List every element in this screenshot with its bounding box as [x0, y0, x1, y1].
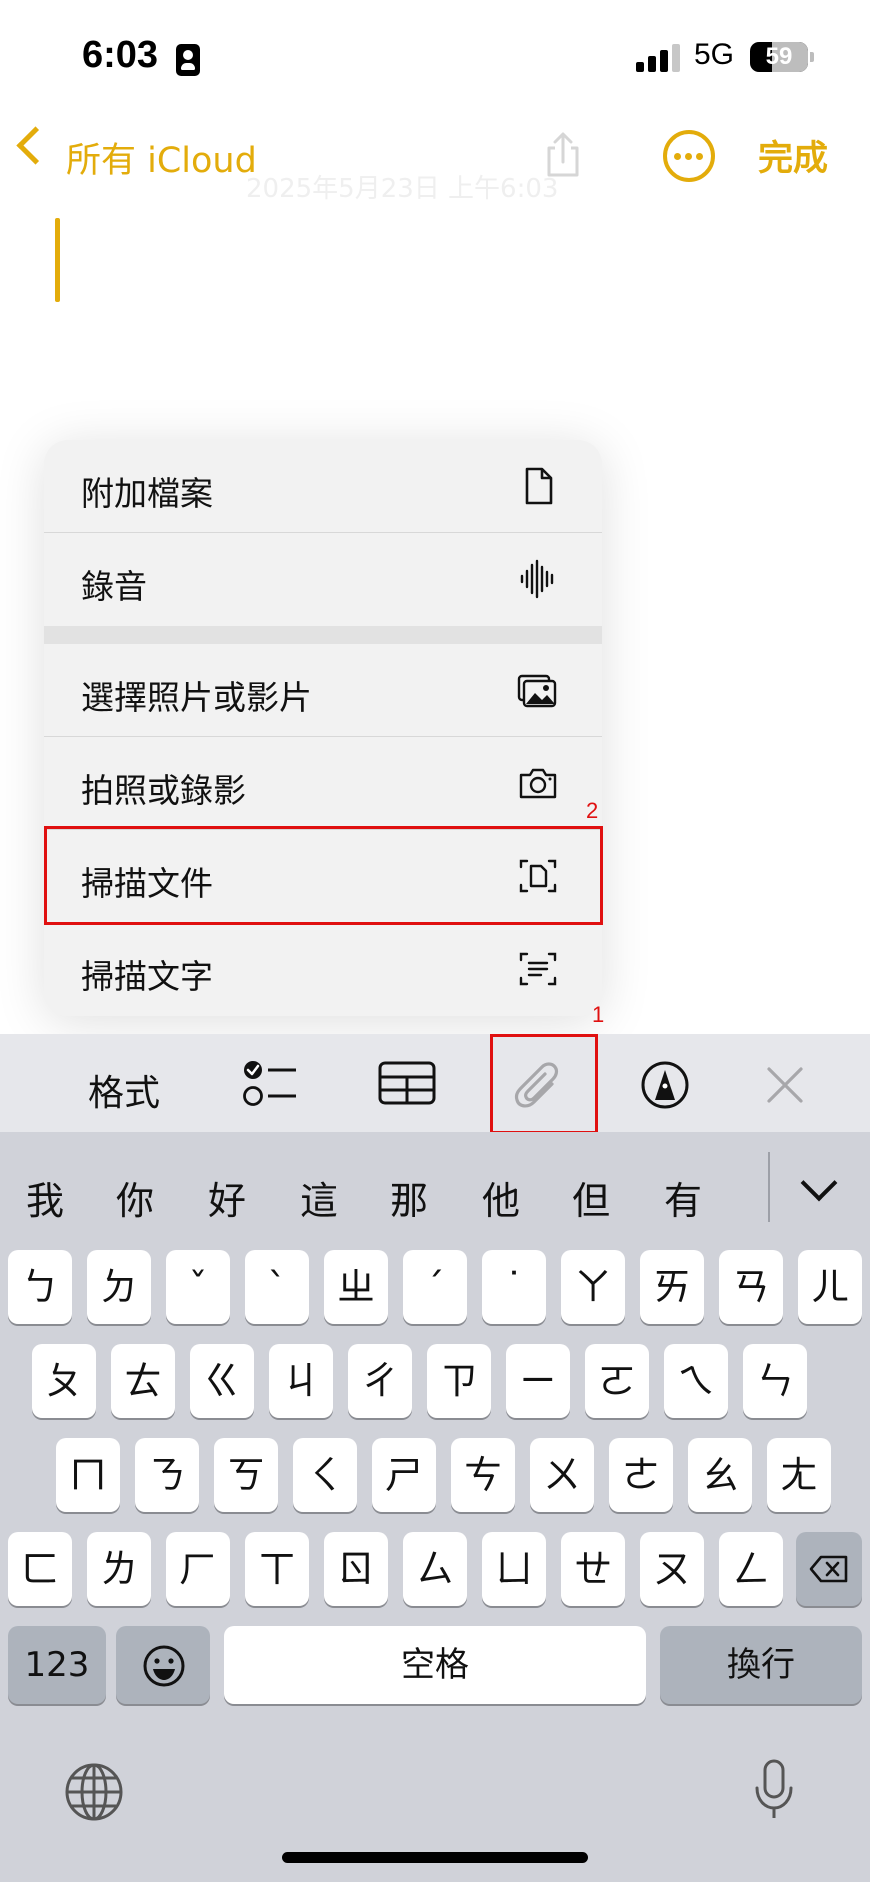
key[interactable]: ㄘ [451, 1438, 515, 1512]
key[interactable]: ㄇ [56, 1438, 120, 1512]
menu-item-label: 附加檔案 [81, 474, 213, 513]
numbers-key[interactable]: 123 [8, 1626, 106, 1704]
delete-key[interactable] [796, 1532, 862, 1606]
key[interactable]: ㄏ [166, 1532, 230, 1606]
step-number-2: 2 [586, 798, 599, 823]
camera-icon [519, 768, 557, 799]
key[interactable]: ㄈ [8, 1532, 72, 1606]
waveform-icon [520, 559, 554, 599]
highlight-box-step-1 [490, 1034, 598, 1134]
key[interactable]: ㄊ [111, 1344, 175, 1418]
key[interactable]: ㄣ [743, 1344, 807, 1418]
candidate-word[interactable]: 但 [572, 1170, 610, 1225]
status-time: 6:03 [82, 34, 159, 76]
back-button[interactable]: 所有 iCloud [66, 132, 257, 183]
menu-item-scan-text[interactable]: 掃描文字 [44, 923, 602, 1015]
key[interactable]: ㄨ [530, 1438, 594, 1512]
key[interactable]: ˋ [245, 1250, 309, 1324]
globe-icon[interactable] [64, 1762, 124, 1822]
key[interactable]: ㄤ [767, 1438, 831, 1512]
checklist-icon[interactable] [242, 1056, 298, 1112]
return-key[interactable]: 換行 [660, 1626, 862, 1704]
key[interactable]: ㄌ [87, 1532, 151, 1606]
focus-mode-icon [176, 44, 200, 76]
document-icon [525, 467, 553, 505]
battery-level: 59 [765, 43, 793, 70]
menu-item-take-photo[interactable]: 拍照或錄影 [44, 737, 602, 830]
back-chevron-icon[interactable] [16, 126, 55, 165]
menu-item-label: 拍照或錄影 [81, 771, 246, 810]
emoji-key[interactable] [116, 1626, 210, 1704]
key[interactable]: ㄎ [214, 1438, 278, 1512]
menu-item-label: 錄音 [81, 567, 147, 606]
emoji-icon [143, 1645, 185, 1687]
key[interactable]: ㄉ [87, 1250, 151, 1324]
space-key[interactable]: 空格 [224, 1626, 646, 1704]
candidate-word[interactable]: 那 [390, 1170, 428, 1225]
key[interactable]: ㄝ [561, 1532, 625, 1606]
microphone-icon[interactable] [752, 1758, 796, 1822]
candidate-word[interactable]: 有 [664, 1170, 702, 1225]
cellular-signal-icon [636, 44, 682, 72]
backspace-icon [809, 1555, 848, 1583]
key[interactable]: ㄋ [135, 1438, 199, 1512]
key[interactable]: ㄙ [403, 1532, 467, 1606]
key[interactable]: ㄕ [372, 1438, 436, 1512]
key[interactable]: ㄢ [719, 1250, 783, 1324]
network-type: 5G [694, 38, 735, 71]
menu-item-choose-photo[interactable]: 選擇照片或影片 [44, 644, 602, 737]
key[interactable]: ㄑ [293, 1438, 357, 1512]
key[interactable]: ㄆ [32, 1344, 96, 1418]
markup-icon[interactable] [640, 1060, 690, 1110]
key[interactable]: ㄍ [190, 1344, 254, 1418]
key[interactable]: ㄖ [324, 1532, 388, 1606]
key[interactable]: ㄦ [798, 1250, 862, 1324]
battery-icon: 59 [750, 42, 808, 72]
key[interactable]: ㄚ [561, 1250, 625, 1324]
format-button[interactable]: 格式 [88, 1064, 160, 1116]
candidate-word[interactable]: 你 [116, 1170, 154, 1225]
battery-tip [810, 52, 814, 62]
menu-item-label: 選擇照片或影片 [81, 678, 312, 717]
menu-section-divider [44, 626, 602, 644]
table-icon[interactable] [378, 1060, 436, 1108]
key[interactable]: ㄗ [427, 1344, 491, 1418]
photo-library-icon [517, 674, 557, 708]
key[interactable]: ㄩ [482, 1532, 546, 1606]
note-date: 2025年5月23日 上午6:03 [246, 174, 559, 204]
key[interactable]: ㄛ [585, 1344, 649, 1418]
key[interactable]: ㄔ [348, 1344, 412, 1418]
menu-item-attach-file[interactable]: 附加檔案 [44, 440, 602, 533]
candidate-word[interactable]: 他 [482, 1170, 520, 1225]
key[interactable]: ˇ [166, 1250, 230, 1324]
key[interactable]: ㄓ [324, 1250, 388, 1324]
key[interactable]: ㄐ [269, 1344, 333, 1418]
highlight-box-step-2 [44, 826, 603, 925]
key[interactable]: ˊ [403, 1250, 467, 1324]
text-scan-icon [519, 952, 557, 986]
attachment-menu: 附加檔案 錄音 選擇照片或影片 拍照或錄影 掃描文件 掃描文字 [44, 440, 602, 1016]
candidate-divider [768, 1152, 770, 1222]
key[interactable]: ㄜ [609, 1438, 673, 1512]
key[interactable]: ㄒ [245, 1532, 309, 1606]
key[interactable]: ㄥ [719, 1532, 783, 1606]
candidate-word[interactable]: 好 [208, 1170, 246, 1225]
key[interactable]: ㄟ [664, 1344, 728, 1418]
more-options-icon[interactable] [663, 130, 715, 182]
candidate-word[interactable]: 這 [300, 1170, 338, 1225]
close-icon[interactable] [765, 1065, 805, 1105]
home-indicator [282, 1852, 588, 1863]
done-button[interactable]: 完成 [758, 130, 828, 181]
menu-item-label: 掃描文字 [81, 957, 213, 996]
key[interactable]: ㄅ [8, 1250, 72, 1324]
candidate-word[interactable]: 我 [26, 1170, 64, 1225]
menu-item-record-audio[interactable]: 錄音 [44, 533, 602, 625]
key[interactable]: ㄠ [688, 1438, 752, 1512]
key[interactable]: ㄞ [640, 1250, 704, 1324]
step-number-1: 1 [592, 1002, 605, 1027]
key[interactable]: ㄧ [506, 1344, 570, 1418]
key[interactable]: ㄡ [640, 1532, 704, 1606]
key[interactable]: ˙ [482, 1250, 546, 1324]
text-cursor [55, 218, 60, 302]
